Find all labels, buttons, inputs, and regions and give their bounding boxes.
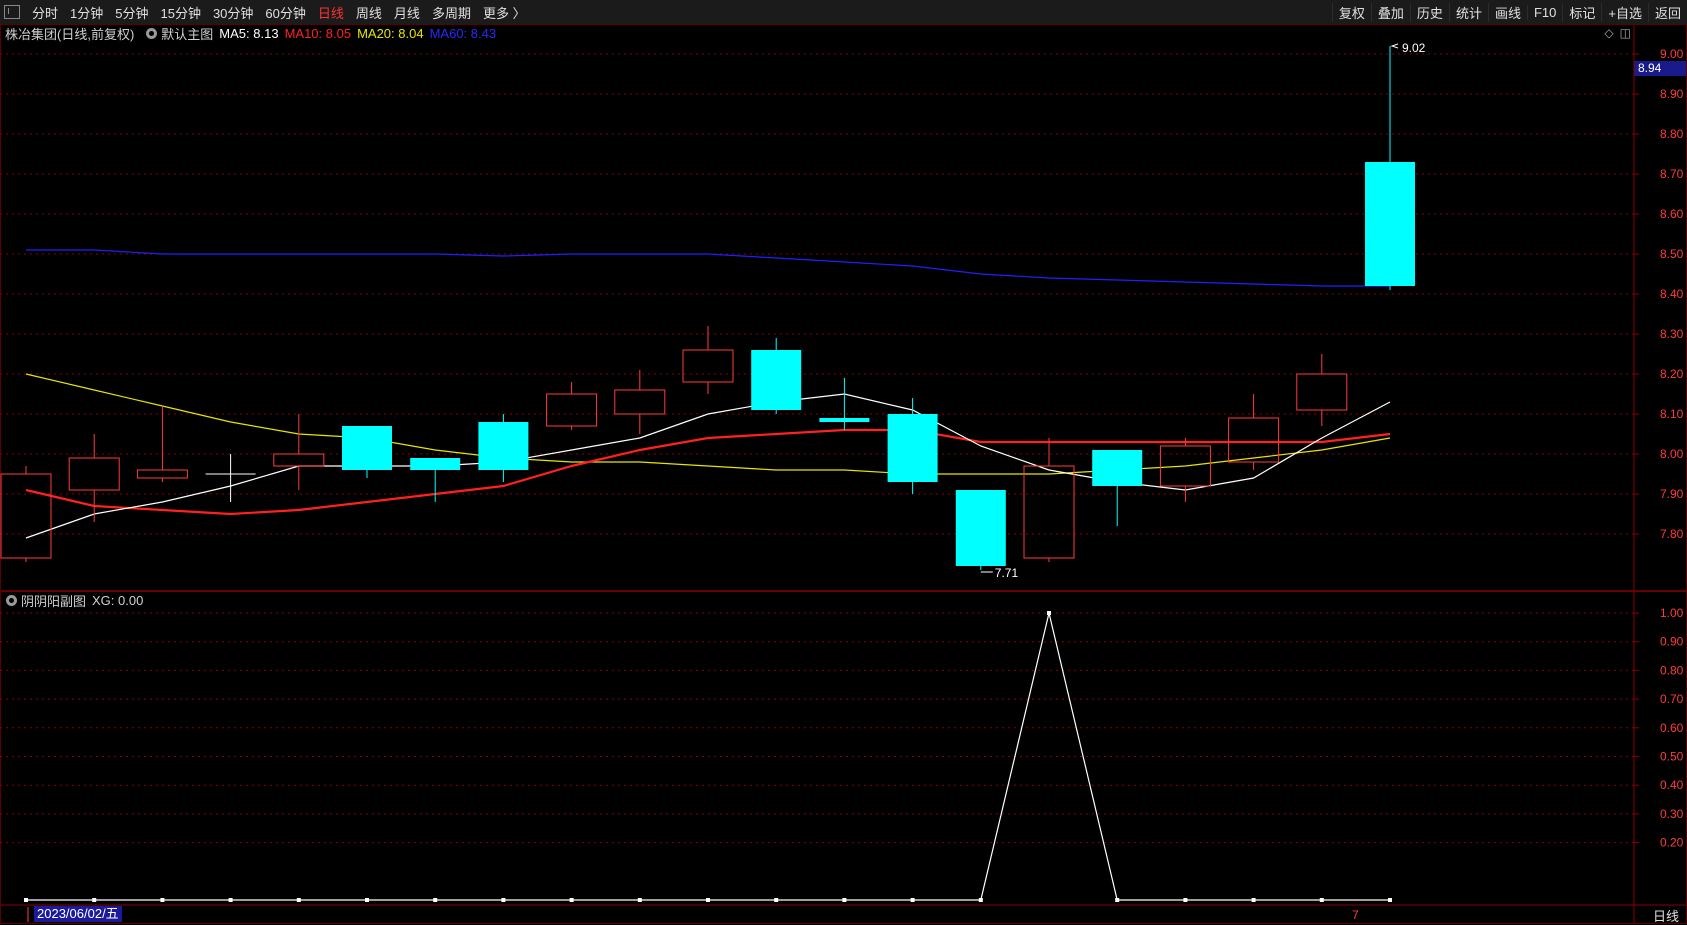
- sub-tick-label: 0.80: [1660, 663, 1684, 677]
- xg-point: [501, 898, 506, 902]
- main-tick-label: 7.80: [1660, 527, 1684, 541]
- sub-tick-label: 0.70: [1660, 692, 1684, 706]
- xg-point: [706, 898, 710, 902]
- candle-body: [887, 414, 938, 482]
- main-tick-label: 8.70: [1660, 167, 1684, 181]
- candle-body: [1023, 465, 1075, 559]
- kline-chart[interactable]: 9.00 8.90 8.80 8.70 8.60 8.50 8.40 8.30 8.20 8.10…: [0, 0, 1687, 924]
- sub-tick-label: 0.20: [1660, 836, 1684, 850]
- candle-body: [136, 469, 188, 479]
- xg-point: [1388, 898, 1392, 902]
- main-tick-label: 8.20: [1660, 367, 1684, 381]
- xg-point: [842, 898, 847, 902]
- candle-body: [342, 426, 392, 470]
- xg-point: [92, 898, 97, 902]
- main-tick-label: 8.00: [1660, 447, 1684, 461]
- xg-point: [24, 898, 28, 902]
- xg-point: [978, 898, 983, 902]
- xg-point: [160, 898, 165, 902]
- candle-body: [955, 490, 1006, 566]
- main-tick-label: 8.30: [1660, 327, 1684, 341]
- candle-body: [682, 349, 734, 383]
- main-tick-label: 8.60: [1660, 207, 1684, 221]
- sub-tick-label: 0.30: [1660, 807, 1684, 821]
- main-tick-label: 8.50: [1660, 247, 1684, 261]
- xg-point: [365, 898, 369, 902]
- high-price-label: 9.02: [1402, 41, 1426, 55]
- period-indicator: 日线: [1652, 909, 1679, 924]
- xg-point: [1251, 898, 1256, 902]
- main-tick-label: 8.40: [1660, 287, 1684, 301]
- candle-body: [410, 458, 461, 470]
- xg-point: [296, 898, 301, 902]
- xg-point: [228, 898, 233, 902]
- main-tick-label: 8.10: [1660, 407, 1684, 421]
- xg-point: [1047, 611, 1051, 615]
- xg-point: [637, 898, 642, 902]
- candle-body: [68, 457, 120, 491]
- candle-body: [546, 393, 598, 427]
- xg-point: [774, 898, 779, 902]
- xg-point: [1115, 898, 1120, 902]
- main-tick-label: 8.80: [1660, 127, 1684, 141]
- candle-body: [1092, 450, 1143, 486]
- ma60-line: [26, 249, 1390, 287]
- xg-point: [433, 898, 438, 902]
- low-price-label: 7.71: [995, 566, 1019, 580]
- cursor-date-label: 2023/06/02/五: [34, 906, 122, 922]
- xg-point: [1319, 898, 1324, 902]
- main-tick-label: 8.90: [1660, 87, 1684, 101]
- xg-point: [910, 898, 915, 902]
- candle-body: [1365, 162, 1415, 286]
- xg-point: [569, 898, 574, 902]
- time-axis-marker: 7: [1352, 908, 1359, 922]
- candle-body: [273, 453, 325, 467]
- sub-tick-label: 0.60: [1660, 721, 1684, 735]
- candle-body: [478, 422, 529, 470]
- sub-tick-label: 0.90: [1660, 635, 1684, 649]
- candle-body: [751, 350, 802, 410]
- xg-point: [1183, 898, 1188, 902]
- main-tick-label: 9.00: [1660, 47, 1684, 61]
- candle-body: [0, 473, 52, 559]
- candle-body: [819, 418, 870, 422]
- high-marker-arrow: [1390, 43, 1399, 49]
- sub-tick-label: 0.50: [1660, 750, 1684, 764]
- candle-body: [614, 389, 666, 415]
- sub-tick-label: 0.40: [1660, 778, 1684, 792]
- sub-tick-label: 1.00: [1660, 606, 1684, 620]
- candle-body: [1296, 373, 1348, 411]
- main-tick-label: 7.90: [1660, 487, 1684, 501]
